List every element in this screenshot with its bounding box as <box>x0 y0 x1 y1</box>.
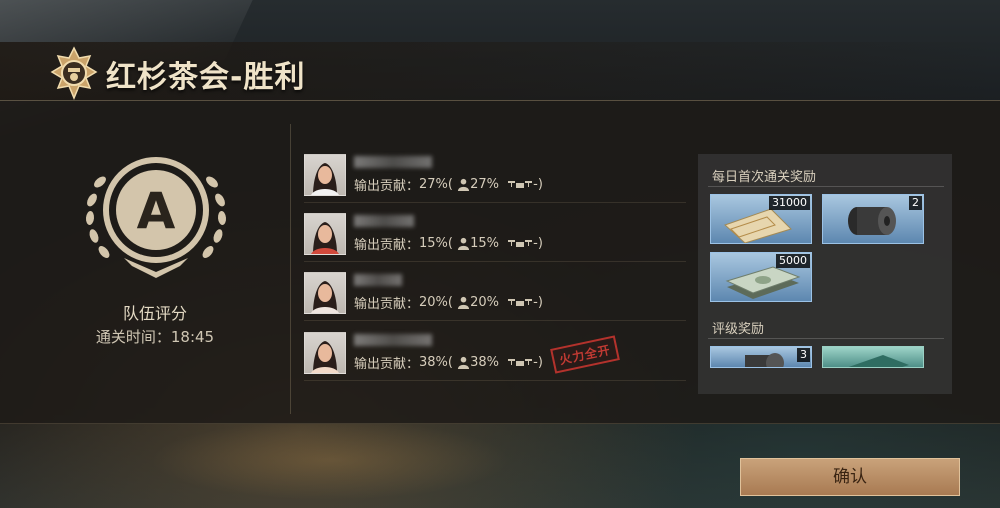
player-name-blurred <box>354 215 414 227</box>
avatar <box>304 332 346 374</box>
grade-letter: A <box>137 182 176 240</box>
military-emblem-icon <box>50 46 98 100</box>
section-divider <box>708 186 944 187</box>
player-name-blurred <box>354 156 432 168</box>
drone-icon <box>508 181 533 188</box>
team-rating-label: 队伍评分 <box>122 304 187 323</box>
contribution-text: 输出贡献：15%( 15% -) <box>354 236 543 253</box>
avatar <box>304 154 346 196</box>
avatar <box>304 272 346 314</box>
reward-count: 5000 <box>776 254 810 268</box>
contribution-text: 输出贡献：38%( 38% -) <box>354 355 543 372</box>
reward-count: 3 <box>797 348 810 362</box>
person-icon <box>458 237 470 250</box>
person-icon <box>458 296 470 309</box>
reward-count: 31000 <box>769 196 810 210</box>
contribution-text: 输出贡献：27%( 27% -) <box>354 177 543 194</box>
grade-badge-icon: A <box>85 157 227 278</box>
reward-item[interactable]: 3 <box>710 346 812 368</box>
rating-reward-title: 评级奖励 <box>712 322 765 337</box>
section-divider <box>708 338 944 339</box>
member-row: 输出贡献：15%( 15% -) <box>304 209 686 262</box>
clear-time: 通关时间：18:45 <box>95 328 215 346</box>
member-row: 输出贡献：20%( 20% -) <box>304 268 686 321</box>
player-name-blurred <box>354 274 402 286</box>
reward-item[interactable] <box>822 346 924 368</box>
page-title: 红杉茶会-胜利 <box>106 60 306 95</box>
player-name-blurred <box>354 334 432 346</box>
person-icon <box>458 178 470 191</box>
member-row: 输出贡献：38%( 38% -) <box>304 328 686 381</box>
panel-divider <box>290 124 291 414</box>
reward-count: 2 <box>909 196 922 210</box>
contribution-text: 输出贡献：20%( 20% -) <box>354 295 543 312</box>
drone-icon <box>508 359 533 366</box>
avatar <box>304 213 346 255</box>
background-glow <box>150 420 510 500</box>
cash-stack-icon <box>848 355 909 367</box>
drone-icon <box>508 299 533 306</box>
reward-item[interactable]: 31000 <box>710 194 812 244</box>
person-icon <box>458 356 470 369</box>
daily-reward-title: 每日首次通关奖励 <box>712 170 817 185</box>
reward-item[interactable]: 2 <box>822 194 924 244</box>
reward-item[interactable]: 5000 <box>710 252 812 302</box>
drone-icon <box>508 240 533 247</box>
confirm-button[interactable]: 确认 <box>740 458 960 496</box>
member-row: 输出贡献：27%( 27% -) <box>304 150 686 203</box>
